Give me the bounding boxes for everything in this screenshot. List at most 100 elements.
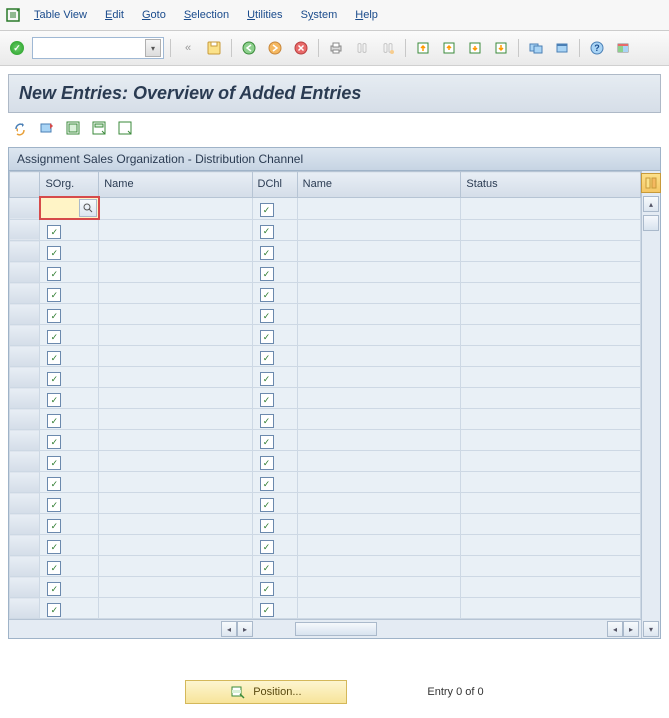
cell-dchl[interactable]: ✓ xyxy=(252,535,297,556)
help-icon[interactable]: ? xyxy=(586,37,608,59)
cell-dchl[interactable]: ✓ xyxy=(252,325,297,346)
sorg-cell[interactable]: ✓ xyxy=(40,262,98,282)
cell-name2[interactable] xyxy=(297,325,461,346)
cell-name1[interactable] xyxy=(99,325,252,346)
command-field[interactable]: ▾ xyxy=(32,37,164,59)
cell-name2[interactable] xyxy=(297,472,461,493)
cell-dchl[interactable]: ✓ xyxy=(252,219,297,241)
row-selector[interactable] xyxy=(10,535,40,556)
select-block-icon[interactable] xyxy=(88,117,110,139)
configure-columns-icon[interactable] xyxy=(641,173,661,193)
row-selector[interactable] xyxy=(10,514,40,535)
print-icon[interactable] xyxy=(325,37,347,59)
cell-sorg[interactable]: ✓ xyxy=(40,346,99,367)
cell-dchl[interactable]: ✓ xyxy=(252,430,297,451)
sorg-input[interactable] xyxy=(41,198,98,218)
cell-name2[interactable] xyxy=(297,409,461,430)
sorg-cell[interactable]: ✓ xyxy=(40,304,98,324)
menu-system[interactable]: System xyxy=(293,6,346,24)
checkbox-icon[interactable]: ✓ xyxy=(260,435,274,449)
cell-name1[interactable] xyxy=(99,556,252,577)
cell-sorg[interactable]: ✓ xyxy=(40,262,99,283)
cell-name2[interactable] xyxy=(297,241,461,262)
save-icon[interactable] xyxy=(203,37,225,59)
checkbox-icon[interactable]: ✓ xyxy=(260,498,274,512)
cell-dchl[interactable]: ✓ xyxy=(252,598,297,619)
checkbox-icon[interactable]: ✓ xyxy=(260,246,274,260)
row-selector[interactable] xyxy=(10,493,40,514)
sorg-cell[interactable]: ✓ xyxy=(40,430,98,450)
sorg-cell[interactable]: ✓ xyxy=(40,283,98,303)
cell-status[interactable] xyxy=(461,598,641,619)
cell-name1[interactable] xyxy=(99,304,252,325)
cell-name2[interactable] xyxy=(297,304,461,325)
col-sorg[interactable]: SOrg. xyxy=(40,172,99,198)
cell-dchl[interactable]: ✓ xyxy=(252,283,297,304)
cell-status[interactable] xyxy=(461,304,641,325)
checkbox-icon[interactable]: ✓ xyxy=(260,372,274,386)
change-icon[interactable] xyxy=(10,117,32,139)
checkbox-icon[interactable]: ✓ xyxy=(47,435,61,449)
cell-sorg[interactable]: ✓ xyxy=(40,598,99,619)
cell-status[interactable] xyxy=(461,346,641,367)
scroll-track[interactable] xyxy=(255,622,605,636)
layout-icon[interactable] xyxy=(612,37,634,59)
cell-status[interactable] xyxy=(461,535,641,556)
menu-utilities[interactable]: Utilities xyxy=(239,6,290,24)
scroll-right-icon[interactable]: ▸ xyxy=(237,621,253,637)
vscroll-thumb[interactable] xyxy=(643,215,659,231)
cell-name2[interactable] xyxy=(297,197,461,219)
row-selector[interactable] xyxy=(10,556,40,577)
sorg-cell[interactable]: ✓ xyxy=(40,472,98,492)
scroll-right-end-icon[interactable]: ▸ xyxy=(623,621,639,637)
select-all-icon[interactable] xyxy=(62,117,84,139)
scroll-left-end-icon[interactable]: ◂ xyxy=(607,621,623,637)
menu-selection[interactable]: Selection xyxy=(176,6,237,24)
cell-sorg[interactable]: ✓ xyxy=(40,219,99,241)
checkbox-icon[interactable]: ✓ xyxy=(47,603,61,617)
cell-name2[interactable] xyxy=(297,535,461,556)
cell-dchl[interactable]: ✓ xyxy=(252,409,297,430)
checkbox-icon[interactable]: ✓ xyxy=(260,603,274,617)
checkbox-icon[interactable]: ✓ xyxy=(47,456,61,470)
deselect-all-icon[interactable] xyxy=(114,117,136,139)
cell-name1[interactable] xyxy=(99,577,252,598)
sorg-cell[interactable]: ✓ xyxy=(40,556,98,576)
cell-name1[interactable] xyxy=(99,388,252,409)
cell-name2[interactable] xyxy=(297,556,461,577)
cell-dchl[interactable]: ✓ xyxy=(252,262,297,283)
shortcut-icon[interactable] xyxy=(551,37,573,59)
row-selector[interactable] xyxy=(10,283,40,304)
cell-name1[interactable] xyxy=(99,219,252,241)
scroll-down-icon[interactable]: ▾ xyxy=(643,621,659,637)
checkbox-icon[interactable]: ✓ xyxy=(47,351,61,365)
sorg-cell[interactable]: ✓ xyxy=(40,220,98,240)
checkbox-icon[interactable]: ✓ xyxy=(47,267,61,281)
cell-name2[interactable] xyxy=(297,451,461,472)
cell-name1[interactable] xyxy=(99,283,252,304)
cell-sorg[interactable]: ✓ xyxy=(40,388,99,409)
checkbox-icon[interactable]: ✓ xyxy=(47,540,61,554)
cell-status[interactable] xyxy=(461,241,641,262)
cell-name1[interactable] xyxy=(99,493,252,514)
row-selector[interactable] xyxy=(10,598,40,619)
scroll-thumb[interactable] xyxy=(295,622,377,636)
cell-sorg[interactable]: ✓ xyxy=(40,430,99,451)
new-session-icon[interactable] xyxy=(525,37,547,59)
scroll-left-icon[interactable]: ◂ xyxy=(221,621,237,637)
row-selector[interactable] xyxy=(10,451,40,472)
checkbox-icon[interactable]: ✓ xyxy=(260,561,274,575)
checkbox-icon[interactable]: ✓ xyxy=(260,519,274,533)
sorg-cell[interactable]: ✓ xyxy=(40,241,98,261)
cell-status[interactable] xyxy=(461,451,641,472)
checkbox-icon[interactable]: ✓ xyxy=(47,225,61,239)
cell-dchl[interactable]: ✓ xyxy=(252,346,297,367)
cell-dchl[interactable]: ✓ xyxy=(252,367,297,388)
col-name1[interactable]: Name xyxy=(99,172,252,198)
cell-sorg[interactable]: ✓ xyxy=(40,241,99,262)
cell-sorg[interactable]: ✓ xyxy=(40,535,99,556)
checkbox-icon[interactable]: ✓ xyxy=(47,498,61,512)
last-page-icon[interactable] xyxy=(490,37,512,59)
checkbox-icon[interactable]: ✓ xyxy=(47,372,61,386)
cell-sorg[interactable]: ✓ xyxy=(40,556,99,577)
